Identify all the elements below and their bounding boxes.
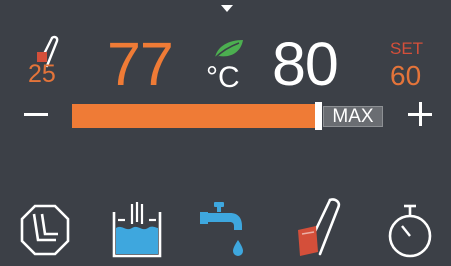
slider-handle[interactable] [315, 102, 322, 130]
core-probe-icon[interactable] [292, 196, 346, 258]
max-label[interactable]: MAX [323, 106, 383, 127]
set-label: SET [390, 39, 424, 58]
minus-icon [24, 113, 48, 116]
oven-control-screen: 25 77 °C 80 SET 60 MAX [0, 0, 451, 266]
temperature-slider[interactable]: MAX [72, 102, 383, 130]
probe-temperature: 25 [28, 60, 56, 88]
set-value[interactable]: 60 [390, 62, 421, 90]
water-tank-icon[interactable] [108, 198, 168, 262]
current-temperature: 77 [107, 30, 174, 98]
water-tap-icon[interactable] [196, 200, 250, 262]
target-temperature[interactable]: 80 [272, 34, 339, 95]
temperature-unit: °C [206, 61, 240, 94]
decrease-button[interactable] [23, 100, 51, 128]
slider-fill [72, 104, 318, 128]
bottom-toolbar [0, 196, 451, 266]
leaf-icon [214, 40, 243, 59]
pull-down-arrow-icon[interactable] [221, 5, 233, 12]
stopwatch-icon[interactable] [382, 202, 438, 262]
increase-button[interactable] [406, 100, 434, 130]
timer-mode-icon[interactable] [18, 202, 72, 258]
